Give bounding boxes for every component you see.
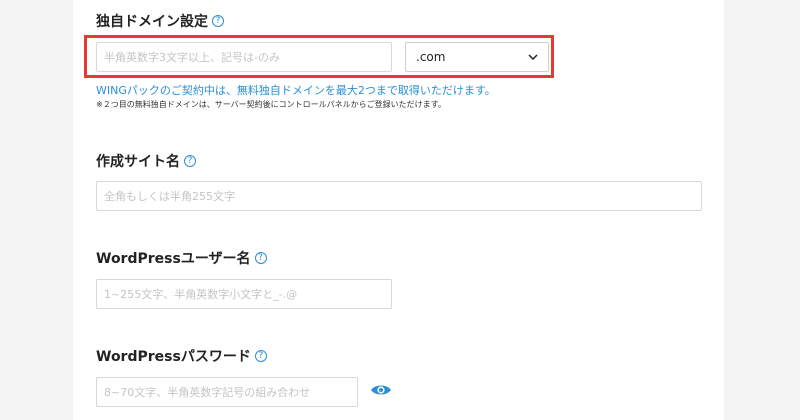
wp-user-input[interactable]: 1~255文字、半角英数字小文字と_-.@	[96, 279, 392, 309]
site-name-input[interactable]: 全角もしくは半角255文字	[96, 181, 702, 211]
domain-label: 独自ドメイン設定 ?	[96, 11, 224, 31]
domain-label-text: 独自ドメイン設定	[96, 14, 208, 30]
wp-user-placeholder: 1~255文字、半角英数字小文字と_-.@	[104, 288, 298, 301]
site-name-placeholder: 全角もしくは半角255文字	[104, 190, 235, 203]
wp-password-input[interactable]: 8~70文字、半角英数字記号の組み合わせ	[96, 377, 358, 407]
site-name-label-text: 作成サイト名	[96, 154, 180, 170]
domain-note: ※２つ目の無料独自ドメインは、サーバー契約後にコントロールパネルからご登録いただ…	[96, 100, 446, 109]
site-name-label: 作成サイト名 ?	[96, 151, 196, 171]
eye-icon[interactable]	[370, 383, 392, 397]
highlight-box	[84, 35, 554, 78]
wp-password-label-text: WordPressパスワード	[96, 349, 251, 365]
help-icon[interactable]: ?	[254, 252, 267, 264]
wp-password-placeholder: 8~70文字、半角英数字記号の組み合わせ	[104, 386, 311, 399]
wp-password-label: WordPressパスワード ?	[96, 346, 267, 366]
help-icon[interactable]: ?	[212, 15, 224, 27]
help-icon[interactable]: ?	[184, 155, 196, 167]
wp-user-label: WordPressユーザー名 ?	[96, 248, 267, 268]
domain-notice: WINGパックのご契約中は、無料独自ドメインを最大2つまで取得いただけます。	[96, 84, 496, 97]
wp-user-label-text: WordPressユーザー名	[96, 251, 251, 267]
help-icon[interactable]: ?	[254, 350, 267, 362]
